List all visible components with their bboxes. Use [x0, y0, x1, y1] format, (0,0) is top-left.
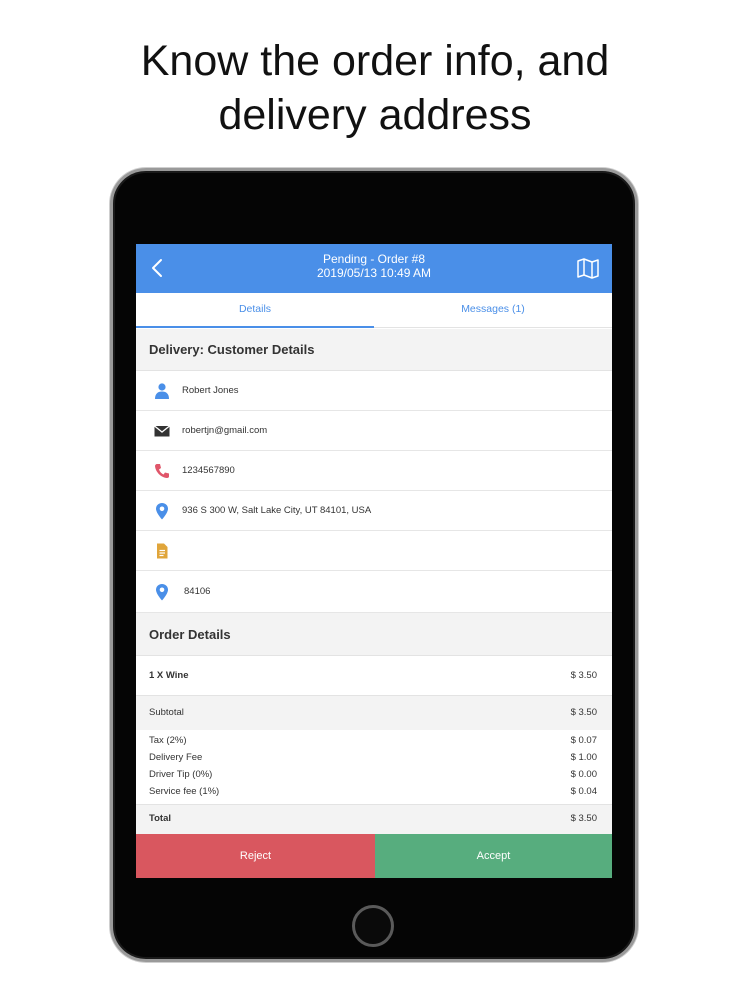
customer-details-header: Delivery: Customer Details	[136, 329, 612, 371]
tab-messages[interactable]: Messages (1)	[374, 293, 612, 328]
location-pin-icon	[156, 584, 168, 601]
tab-details[interactable]: Details	[136, 293, 374, 328]
page-title: Pending - Order #8 2019/05/13 10:49 AM	[136, 252, 612, 280]
tab-bar: Details Messages (1)	[136, 293, 612, 328]
customer-zip: 84106	[184, 586, 211, 597]
order-details-header: Order Details	[136, 613, 612, 656]
fee-row-tax: Tax (2%) $ 0.07	[136, 732, 612, 749]
order-item-price: $ 3.50	[570, 670, 597, 681]
order-status-title: Pending - Order #8	[322, 252, 426, 266]
fee-row-tip: Driver Tip (0%) $ 0.00	[136, 766, 612, 783]
customer-name-row: Robert Jones	[136, 371, 612, 411]
tablet-home-button	[352, 905, 394, 947]
customer-phone[interactable]: 1234567890	[182, 451, 235, 491]
order-item-label: 1 X Wine	[149, 670, 189, 681]
marketing-headline: Know the order info, and delivery addres…	[0, 34, 750, 142]
map-icon[interactable]	[576, 257, 600, 279]
customer-address[interactable]: 936 S 300 W, Salt Lake City, UT 84101, U…	[182, 491, 371, 531]
total-label: Total	[149, 813, 171, 824]
fee-label: Delivery Fee	[149, 752, 203, 763]
note-icon	[157, 543, 168, 559]
customer-name: Robert Jones	[182, 385, 239, 396]
customer-zip-row: 84106	[136, 571, 612, 613]
total-row: Total $ 3.50	[136, 804, 612, 834]
customer-email-row: robertjn@gmail.com	[136, 411, 612, 451]
fee-label: Service fee (1%)	[149, 786, 220, 797]
fee-label: Tax (2%)	[149, 735, 187, 746]
customer-note-row	[136, 531, 612, 571]
subtotal-value: $ 3.50	[570, 707, 597, 718]
customer-email[interactable]: robertjn@gmail.com	[182, 411, 267, 451]
fee-value: $ 1.00	[570, 752, 597, 763]
order-item-row: 1 X Wine $ 3.50	[136, 656, 612, 696]
headline-line-2: delivery address	[218, 91, 532, 139]
reject-button[interactable]: Reject	[136, 834, 375, 878]
customer-phone-row: 1234567890	[136, 451, 612, 491]
fee-value: $ 0.00	[570, 769, 597, 780]
fee-row-delivery: Delivery Fee $ 1.00	[136, 749, 612, 766]
nav-bar: Pending - Order #8 2019/05/13 10:49 AM	[136, 244, 612, 293]
customer-address-row: 936 S 300 W, Salt Lake City, UT 84101, U…	[136, 491, 612, 531]
total-value: $ 3.50	[570, 813, 597, 824]
fee-label: Driver Tip (0%)	[149, 769, 213, 780]
app-screen: Pending - Order #8 2019/05/13 10:49 AM D…	[136, 244, 612, 878]
person-icon	[155, 383, 169, 399]
location-pin-icon	[156, 503, 168, 520]
subtotal-row: Subtotal $ 3.50	[136, 696, 612, 730]
fee-value: $ 0.04	[570, 786, 597, 797]
fee-row-service: Service fee (1%) $ 0.04	[136, 783, 612, 800]
accept-button[interactable]: Accept	[375, 834, 612, 878]
mail-icon	[154, 425, 170, 437]
order-timestamp: 2019/05/13 10:49 AM	[316, 266, 432, 280]
phone-icon	[155, 464, 169, 478]
fee-value: $ 0.07	[570, 735, 597, 746]
subtotal-label: Subtotal	[149, 707, 184, 718]
headline-line-1: Know the order info, and	[140, 37, 610, 85]
